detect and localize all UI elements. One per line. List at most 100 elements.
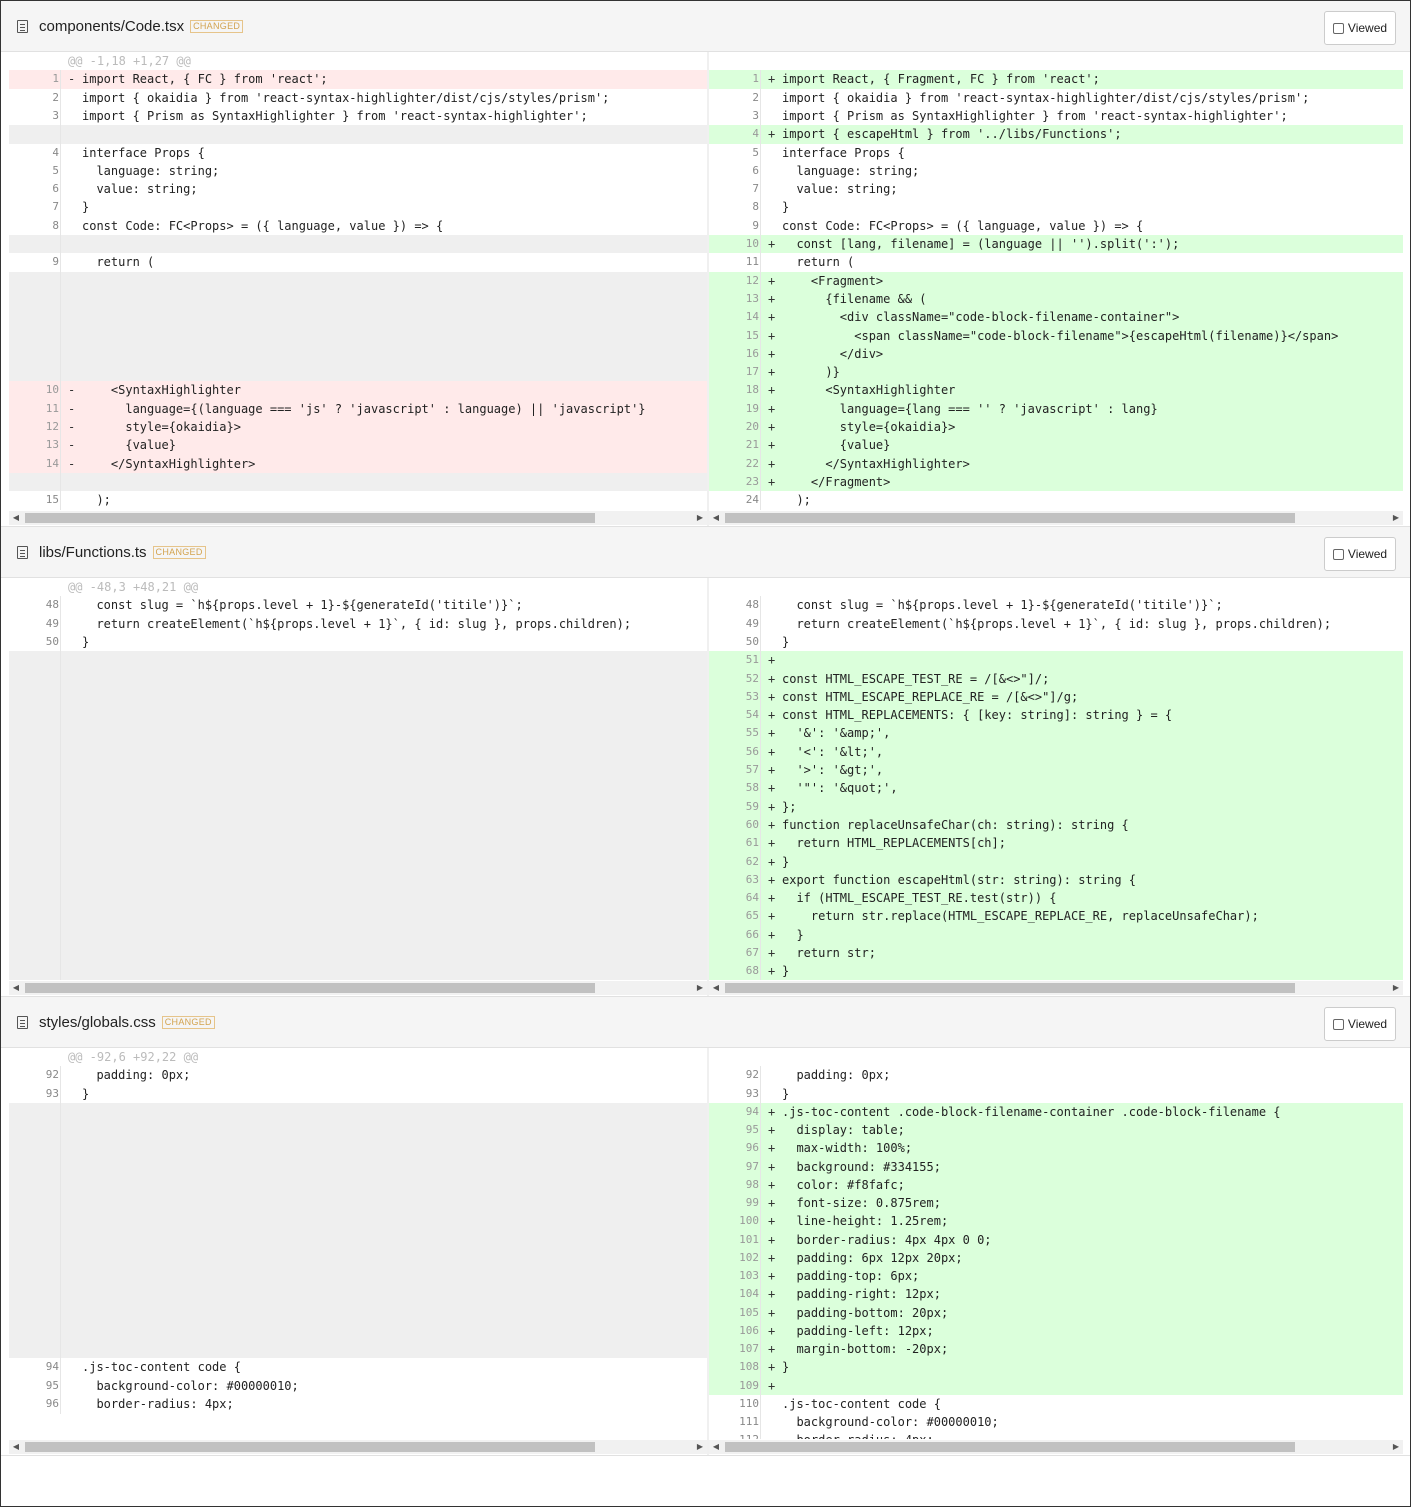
scroll-thumb[interactable] xyxy=(25,983,595,993)
added-marker: + xyxy=(768,854,776,869)
hunk-header xyxy=(709,1048,1403,1067)
gutter-divider xyxy=(760,326,761,346)
code-text: } xyxy=(82,1086,90,1101)
scroll-thumb[interactable] xyxy=(25,1442,595,1452)
gutter-divider xyxy=(760,907,761,927)
diff-line: 92 padding: 0px; xyxy=(9,1066,707,1085)
gutter-divider xyxy=(60,1230,61,1250)
scroll-left-icon[interactable]: ◀ xyxy=(709,981,723,995)
scroll-left-icon[interactable]: ◀ xyxy=(9,981,23,995)
scroll-thumb[interactable] xyxy=(725,513,1295,523)
scroll-right-icon[interactable]: ▶ xyxy=(1389,981,1403,995)
file-name[interactable]: styles/globals.css CHANGED xyxy=(39,1014,215,1031)
scroll-right-icon[interactable]: ▶ xyxy=(693,981,707,995)
left-scrollbar[interactable]: ◀ ▶ xyxy=(9,981,707,995)
viewed-checkbox[interactable] xyxy=(1332,548,1344,560)
diff-line: 22 + </SyntaxHighlighter> xyxy=(709,454,1403,474)
viewed-button[interactable]: Viewed xyxy=(1324,1007,1396,1041)
line-number: 14 xyxy=(745,310,759,324)
diff-line: 68 +} xyxy=(709,962,1403,980)
pane-divider xyxy=(707,578,709,996)
code-text: background-color: #00000010; xyxy=(82,1378,299,1393)
line-number: 96 xyxy=(45,1396,59,1410)
code-text: border-radius: 4px 4px 0 0; xyxy=(782,1232,992,1247)
gutter-divider xyxy=(760,399,761,419)
gutter-divider xyxy=(760,1212,761,1231)
changed-badge: CHANGED xyxy=(161,1016,215,1029)
line-number: 3 xyxy=(52,108,59,122)
gutter-divider xyxy=(60,632,61,652)
gutter-divider xyxy=(60,687,61,707)
diff-line: 96 + max-width: 100%; xyxy=(709,1139,1403,1158)
left-scrollbar[interactable]: ◀ ▶ xyxy=(9,1440,707,1454)
empty-row xyxy=(9,326,707,346)
right-scrollbar[interactable]: ◀ ▶ xyxy=(709,1440,1403,1454)
file-icon xyxy=(17,546,28,559)
removed-marker: - xyxy=(68,438,76,453)
line-number: 50 xyxy=(745,634,759,648)
line-number: 7 xyxy=(52,200,59,214)
added-marker: + xyxy=(768,1342,776,1356)
scroll-right-icon[interactable]: ▶ xyxy=(693,1440,707,1454)
gutter-divider xyxy=(60,161,61,181)
gutter-divider xyxy=(760,1285,761,1304)
viewed-checkbox[interactable] xyxy=(1332,22,1344,34)
line-number: 49 xyxy=(45,616,59,630)
line-number: 93 xyxy=(45,1086,59,1100)
code-text: <SyntaxHighlighter xyxy=(82,383,241,398)
line-number: 52 xyxy=(745,671,759,685)
diff-line: 20 + style={okaidia}> xyxy=(709,418,1403,437)
scroll-left-icon[interactable]: ◀ xyxy=(709,1440,723,1454)
line-number: 4 xyxy=(52,145,59,159)
line-number: 95 xyxy=(745,1123,759,1136)
empty-row xyxy=(9,125,707,144)
gutter-divider xyxy=(60,88,61,108)
line-number: 48 xyxy=(745,598,759,612)
line-number: 112 xyxy=(709,1431,759,1439)
line-number: 19 xyxy=(745,401,759,415)
right-scrollbar[interactable]: ◀ ▶ xyxy=(709,511,1403,525)
scroll-left-icon[interactable]: ◀ xyxy=(9,1440,23,1454)
gutter-divider xyxy=(60,399,61,419)
code-text: display: table; xyxy=(782,1123,905,1137)
gutter-divider xyxy=(760,870,761,890)
scroll-right-icon[interactable]: ▶ xyxy=(693,511,707,525)
left-scrollbar[interactable]: ◀ ▶ xyxy=(9,511,707,525)
scroll-left-icon[interactable]: ◀ xyxy=(709,511,723,525)
code-text: language={(language === 'js' ? 'javascri… xyxy=(82,401,646,416)
diff-line: 50} xyxy=(709,632,1403,652)
viewed-button[interactable]: Viewed xyxy=(1324,11,1396,45)
diff-line: 98 + color: #f8fafc; xyxy=(709,1175,1403,1195)
file-name[interactable]: components/Code.tsx CHANGED xyxy=(39,18,244,35)
scroll-right-icon[interactable]: ▶ xyxy=(1389,1440,1403,1454)
line-number: 7 xyxy=(752,182,759,196)
diff-line: 25}; xyxy=(709,509,1403,510)
code-text: } xyxy=(782,854,790,869)
right-scrollbar[interactable]: ◀ ▶ xyxy=(709,981,1403,995)
line-number: 57 xyxy=(745,763,759,776)
added-marker: + xyxy=(768,401,776,416)
scroll-thumb[interactable] xyxy=(725,983,1295,993)
gutter-divider xyxy=(60,797,61,817)
scroll-left-icon[interactable]: ◀ xyxy=(9,511,23,525)
gutter-divider xyxy=(760,889,761,908)
viewed-button[interactable]: Viewed xyxy=(1324,537,1396,571)
scroll-right-icon[interactable]: ▶ xyxy=(1389,511,1403,525)
empty-row xyxy=(9,1340,707,1359)
diff-line: 24 ); xyxy=(709,491,1403,510)
scroll-thumb[interactable] xyxy=(25,513,595,523)
added-marker: + xyxy=(768,1196,776,1210)
diff-line: 15 + <span className="code-block-filename… xyxy=(709,326,1403,346)
viewed-checkbox[interactable] xyxy=(1332,1018,1344,1030)
file-name[interactable]: libs/Functions.ts CHANGED xyxy=(39,544,206,561)
diff-line: 9 return ( xyxy=(9,253,707,273)
gutter-divider xyxy=(60,944,61,963)
added-marker: + xyxy=(768,365,776,380)
added-marker: + xyxy=(768,1360,776,1375)
code-text: import { okaidia } from 'react-syntax-hi… xyxy=(82,90,610,105)
added-marker: + xyxy=(768,726,776,741)
scroll-thumb[interactable] xyxy=(725,1442,1295,1452)
gutter-divider xyxy=(60,1376,61,1396)
file-diff: components/Code.tsx CHANGED Viewed @@ -1,18… xyxy=(1,1,1410,527)
empty-row xyxy=(9,1157,707,1177)
